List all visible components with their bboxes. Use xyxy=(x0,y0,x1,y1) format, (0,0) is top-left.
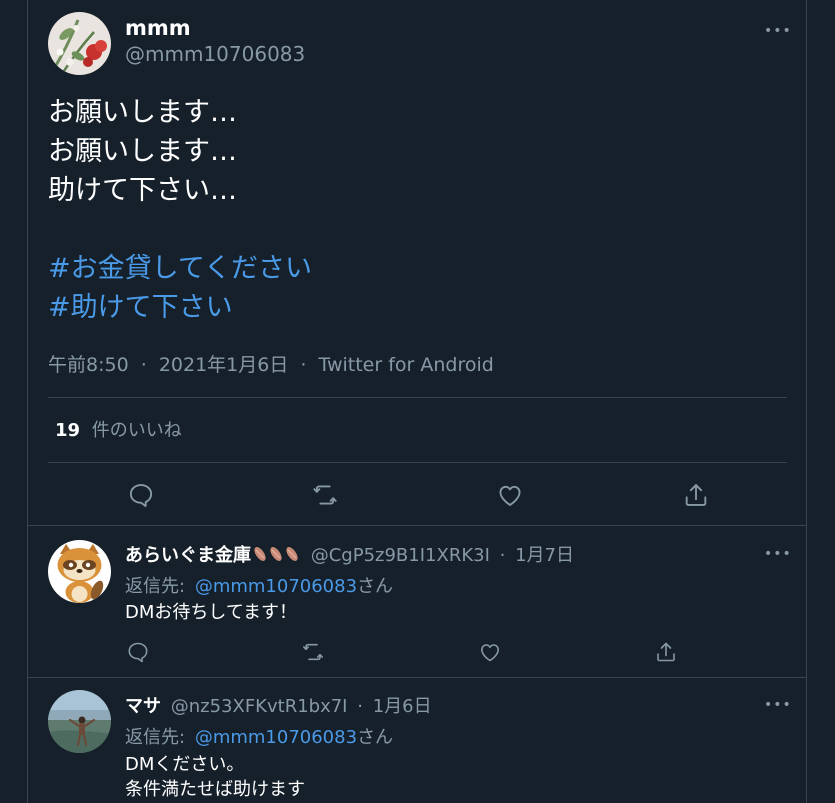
replying-to-suffix: さん xyxy=(357,576,394,597)
tweet-text-line: お願いします… xyxy=(48,97,237,128)
reply-display-name[interactable]: マサ xyxy=(125,696,161,717)
replying-to: 返信先: @mmm10706083さん xyxy=(125,723,393,749)
mention-link[interactable]: @mmm10706083 xyxy=(195,727,357,748)
reply-icon[interactable] xyxy=(126,640,150,664)
more-icon[interactable]: ••• xyxy=(764,698,792,712)
tweet-separator xyxy=(27,525,807,526)
reply-handle[interactable]: @CgP5z9B1I1XRK3I xyxy=(311,545,490,566)
reply-text-line: 条件満たせば助けます xyxy=(125,779,305,800)
retweet-icon[interactable] xyxy=(311,481,339,509)
reply-body: DMください。 条件満たせば助けます xyxy=(125,752,305,802)
reply-body: DMお待ちしてます！ xyxy=(125,600,297,625)
heart-icon[interactable] xyxy=(496,481,524,509)
replying-to: 返信先: @mmm10706083さん xyxy=(125,572,393,598)
reply-text-line: DMお待ちしてます！ xyxy=(125,602,297,623)
likes-count: 19 xyxy=(55,420,81,441)
tweet-metadata: 午前8:50 · 2021年1月6日 · Twitter for Android xyxy=(48,350,494,377)
sausage-emoji xyxy=(283,545,299,566)
sausage-emoji xyxy=(267,545,283,566)
tweet-separator xyxy=(27,677,807,678)
share-icon[interactable] xyxy=(682,481,710,509)
hashtag-link[interactable]: #助けて下さい xyxy=(48,288,312,327)
replying-to-prefix: 返信先: xyxy=(125,727,186,748)
reply-avatar[interactable] xyxy=(48,690,111,753)
reply-handle[interactable]: @nz53XFKvtR1bx7I xyxy=(171,696,348,717)
reply-date[interactable]: 1月7日 xyxy=(515,545,574,566)
tweet-text-line: お願いします… xyxy=(48,136,237,167)
meta-separator: · xyxy=(357,696,363,717)
reply-date[interactable]: 1月6日 xyxy=(373,696,432,717)
likes-label: 件のいいね xyxy=(91,420,182,441)
sausage-emoji xyxy=(251,545,267,566)
replying-to-suffix: さん xyxy=(357,727,394,748)
replying-to-prefix: 返信先: xyxy=(125,576,186,597)
main-tweet-body: お願いします… お願いします… 助けて下さい… #お金貸してください #助けて下… xyxy=(48,93,312,327)
retweet-icon[interactable] xyxy=(301,640,325,664)
reply-text-line: DMください。 xyxy=(125,754,245,775)
meta-separator: · xyxy=(140,354,147,376)
hashtag-link[interactable]: #お金貸してください xyxy=(48,249,312,288)
divider xyxy=(48,462,787,463)
reply-display-name[interactable]: あらいぐま金庫 xyxy=(125,545,251,566)
reply-icon[interactable] xyxy=(127,481,155,509)
tweet-time[interactable]: 午前8:50 xyxy=(48,354,129,376)
tweet-date[interactable]: 2021年1月6日 xyxy=(159,354,289,376)
meta-separator: · xyxy=(499,545,506,566)
divider xyxy=(48,397,787,398)
heart-icon[interactable] xyxy=(478,640,502,664)
beach-avatar-image xyxy=(48,690,111,753)
tweet-source-link[interactable]: Twitter for Android xyxy=(318,354,493,376)
main-tweet-avatar[interactable] xyxy=(48,12,111,75)
reply-avatar[interactable] xyxy=(48,540,111,603)
raccoon-avatar-image xyxy=(48,540,111,603)
likes-summary[interactable]: 19 件のいいね xyxy=(55,416,182,442)
flower-avatar-image xyxy=(48,12,111,75)
mention-link[interactable]: @mmm10706083 xyxy=(195,576,357,597)
reply-header: あらいぐま金庫 @CgP5z9B1I1XRK3I · 1月7日 xyxy=(125,541,574,567)
more-icon[interactable]: ••• xyxy=(764,24,792,38)
reply-header: マサ @nz53XFKvtR1bx7I · 1月6日 xyxy=(125,692,432,718)
meta-separator: · xyxy=(300,354,307,376)
tweet-text-line: 助けて下さい… xyxy=(48,175,237,206)
more-icon[interactable]: ••• xyxy=(764,547,792,561)
main-tweet-display-name[interactable]: mmm xyxy=(125,16,191,40)
main-tweet-handle[interactable]: @mmm10706083 xyxy=(125,42,305,66)
share-icon[interactable] xyxy=(654,640,678,664)
